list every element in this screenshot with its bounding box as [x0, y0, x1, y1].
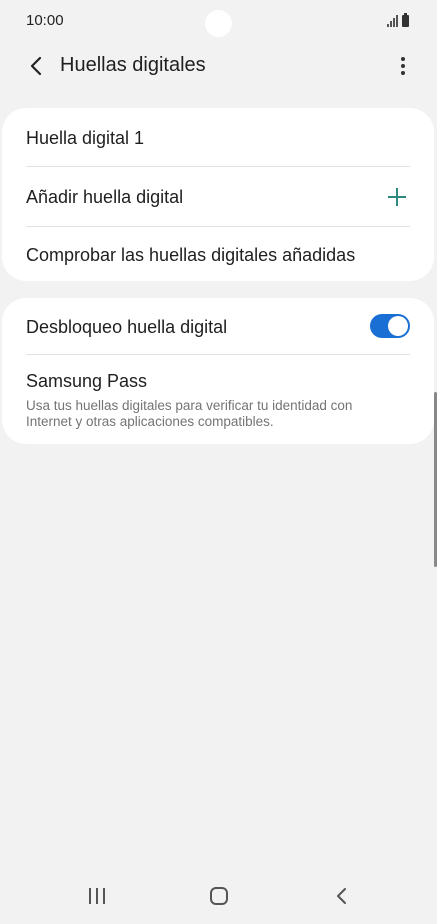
- status-time: 10:00: [26, 12, 64, 29]
- fingerprint-unlock-toggle[interactable]: [370, 314, 410, 338]
- options-card: Desbloqueo huella digital Samsung Pass U…: [2, 298, 434, 444]
- samsung-pass-label: Samsung Pass: [26, 371, 148, 391]
- check-fingerprints-item[interactable]: Comprobar las huellas digitales añadidas: [2, 227, 434, 281]
- check-fingerprints-label: Comprobar las huellas digitales añadidas: [26, 245, 356, 265]
- fingerprint-unlock-label: Desbloqueo huella digital: [26, 317, 228, 337]
- samsung-pass-item[interactable]: Samsung Pass Usa tus huellas digitales p…: [2, 355, 434, 444]
- battery-icon: [402, 13, 409, 27]
- toggle-knob: [388, 316, 408, 336]
- page-title: Huellas digitales: [60, 54, 206, 76]
- fingerprint-unlock-item[interactable]: Desbloqueo huella digital: [2, 298, 434, 354]
- samsung-pass-description: Usa tus huellas digitales para verificar…: [26, 398, 353, 429]
- app-bar: Huellas digitales: [0, 44, 437, 88]
- nav-back-icon[interactable]: [332, 886, 352, 906]
- add-fingerprint-item[interactable]: Añadir huella digital: [2, 167, 434, 226]
- add-fingerprint-label: Añadir huella digital: [26, 187, 184, 207]
- camera-cutout: [205, 10, 232, 37]
- status-icons: [387, 13, 409, 27]
- screen: 10:00 Huellas digitales Huella digital 1…: [0, 0, 437, 924]
- recents-icon[interactable]: [89, 888, 105, 904]
- home-icon[interactable]: [210, 887, 228, 905]
- fingerprints-card: Huella digital 1 Añadir huella digital C…: [2, 108, 434, 281]
- plus-icon[interactable]: [388, 188, 406, 206]
- signal-icon: [387, 15, 398, 27]
- navigation-bar: [0, 872, 437, 924]
- fingerprint-1-item[interactable]: Huella digital 1: [2, 108, 434, 166]
- status-bar: 10:00: [0, 0, 437, 44]
- back-arrow-icon[interactable]: [22, 52, 50, 80]
- more-options-icon[interactable]: [393, 52, 413, 80]
- fingerprint-1-label: Huella digital 1: [26, 128, 145, 148]
